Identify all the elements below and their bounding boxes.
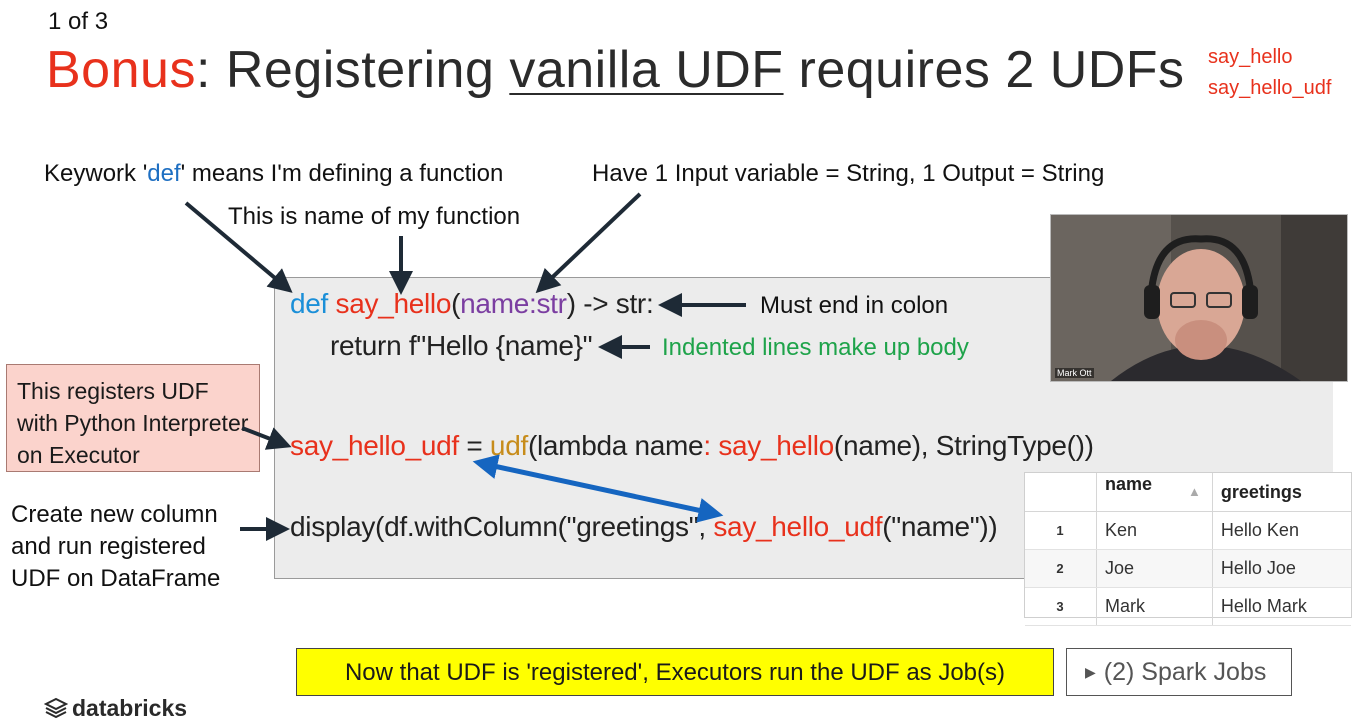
double-arrow-udf-link <box>472 454 724 523</box>
arrow-to-param <box>535 192 642 294</box>
arrow-to-udf-line <box>241 426 292 450</box>
arrow-to-def <box>184 201 293 293</box>
annotation-arrows <box>184 192 746 541</box>
